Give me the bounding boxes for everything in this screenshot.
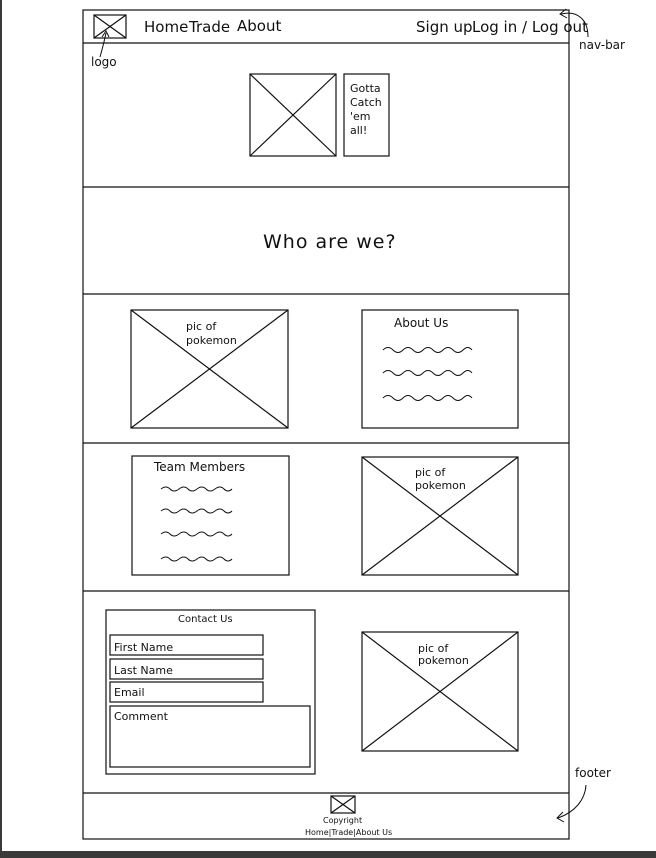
hero-tagline-line-3: 'em <box>350 110 371 123</box>
wireframe-canvas: Home Trade About Sign up Log in / Log ou… <box>0 0 656 858</box>
about-text-squiggle-3 <box>382 395 473 401</box>
team-members-title: Team Members <box>153 460 245 474</box>
nav-link-trade[interactable]: Trade <box>188 18 230 36</box>
nav-bar: Home Trade About Sign up Log in / Log ou… <box>83 14 588 44</box>
team-text-squiggle-3 <box>160 531 233 537</box>
first-name-placeholder: First Name <box>114 641 173 654</box>
footer-links[interactable]: Home|Trade|About Us <box>305 828 392 837</box>
nav-link-home[interactable]: Home <box>144 18 188 36</box>
nav-link-sign-up[interactable]: Sign up <box>416 18 473 36</box>
comment-placeholder: Comment <box>114 710 169 723</box>
contact-title: Contact Us <box>178 614 233 625</box>
contact-section: Contact Us First Name Last Name Email Co… <box>83 609 569 794</box>
footer-logo-placeholder[interactable] <box>330 795 356 814</box>
team-pic-label-line-2: pokemon <box>415 479 466 492</box>
contact-pic-label-line-2: pokemon <box>418 654 469 667</box>
who-heading: Who are we? <box>263 231 397 253</box>
logo-annotation-label: logo <box>91 55 117 69</box>
about-pic-label-line-1: pic of <box>186 320 217 333</box>
footer-annotation: footer <box>556 766 611 823</box>
about-us-title: About Us <box>394 316 448 330</box>
hero-tagline-line-1: Gotta <box>350 82 381 95</box>
hero-tagline-line-4: all! <box>350 124 367 137</box>
footer: Copyright Home|Trade|About Us <box>305 795 392 837</box>
nav-link-about[interactable]: About <box>237 17 281 35</box>
about-pic-label-line-2: pokemon <box>186 334 237 347</box>
team-text-squiggle-4 <box>160 556 233 562</box>
bottom-edge-bar <box>0 851 656 858</box>
team-text-squiggle-1 <box>160 486 233 492</box>
about-text-squiggle-1 <box>382 347 473 353</box>
hero-image-placeholder <box>249 73 337 157</box>
team-pic-label-line-1: pic of <box>415 466 446 479</box>
about-text-squiggle-2 <box>382 370 473 376</box>
wireframe-sketch: Home Trade About Sign up Log in / Log ou… <box>82 8 625 840</box>
logo-placeholder[interactable] <box>93 14 127 39</box>
last-name-placeholder: Last Name <box>114 664 173 677</box>
hero-section: Gotta Catch 'em all! <box>83 73 569 188</box>
nav-link-log-in-out[interactable]: Log in / Log out <box>472 18 588 36</box>
footer-copyright: Copyright <box>323 816 362 825</box>
footer-annotation-label: footer <box>575 766 611 780</box>
nav-bar-annotation-label: nav-bar <box>579 38 625 52</box>
team-section: Team Members pic of pokemon <box>83 455 569 592</box>
about-section: pic of pokemon About Us <box>83 309 569 444</box>
hero-tagline-line-2: Catch <box>350 96 382 109</box>
who-section: Who are we? <box>83 231 569 295</box>
email-placeholder: Email <box>114 686 145 699</box>
logo-annotation-arrow <box>99 32 107 58</box>
team-text-squiggle-2 <box>160 508 233 514</box>
